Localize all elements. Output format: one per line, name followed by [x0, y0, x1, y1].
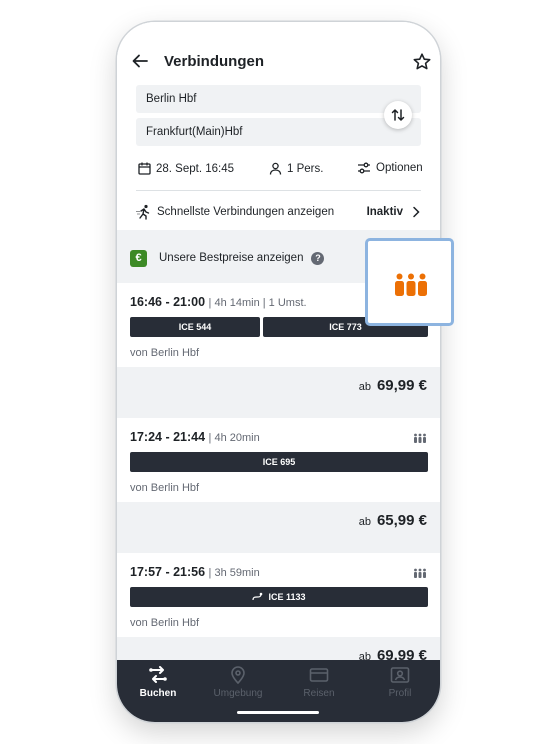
calendar-icon	[138, 162, 151, 175]
profile-icon	[390, 667, 410, 683]
to-station-field[interactable]: Frankfurt(Main)Hbf	[136, 118, 421, 146]
ticket-icon	[309, 668, 329, 682]
nav-item-profil[interactable]: Profil	[370, 666, 430, 699]
duration: | 4h 20min	[208, 432, 260, 444]
price: ab 69,99 €	[359, 377, 427, 394]
bestprice-label: Unsere Bestpreise anzeigen	[159, 252, 304, 264]
departure-arrival: 17:57 - 21:56	[130, 565, 206, 579]
origin-station: von Berlin Hbf	[130, 482, 200, 494]
swap-arrows-icon	[391, 109, 405, 121]
price-prefix: ab	[358, 381, 371, 393]
connection-times: 17:24 - 21:44 | 4h 20min	[130, 430, 260, 444]
departure-arrival: 17:24 - 21:44	[130, 430, 206, 444]
departure-arrival: 16:46 - 21:00	[130, 295, 206, 309]
connection-card[interactable]: 17:24 - 21:44 | 4h 20min ICE 695 von Ber…	[117, 418, 440, 542]
connection-times: 17:57 - 21:56 | 3h 59min	[130, 565, 260, 579]
help-icon[interactable]: ?	[311, 251, 325, 265]
back-arrow-icon[interactable]	[131, 52, 149, 70]
price-value: 69,99 €	[376, 377, 427, 394]
chevron-right-icon	[413, 206, 420, 218]
favorite-star-icon[interactable]	[412, 52, 432, 72]
train-badge: ICE 695	[130, 452, 428, 472]
nav-label: Profil	[388, 688, 412, 699]
person-icon	[269, 162, 282, 175]
page-title: Verbindungen	[164, 53, 265, 70]
origin-station: von Berlin Hbf	[130, 617, 200, 629]
date-time-selector[interactable]: 28. Sept. 16:45	[138, 162, 234, 175]
nav-label: Reisen	[303, 688, 335, 699]
connection-card[interactable]: 17:57 - 21:56 | 3h 59min ICE 1133 von Be…	[117, 553, 440, 677]
nav-item-umgebung[interactable]: Umgebung	[208, 666, 268, 699]
passengers-label: 1 Pers.	[287, 162, 324, 175]
price-value: 65,99 €	[376, 512, 427, 529]
nav-item-reisen[interactable]: Reisen	[289, 666, 349, 699]
options-label: Optionen	[376, 162, 423, 174]
app-screen: Verbindungen Berlin Hbf Frankfurt(Main)H…	[117, 22, 440, 722]
occupancy-callout	[365, 238, 454, 326]
swap-stations-button[interactable]	[384, 101, 412, 129]
fastest-label: Schnellste Verbindungen anzeigen	[157, 206, 335, 218]
euro-icon: €	[130, 249, 147, 267]
duration-transfers: | 4h 14min | 1 Umst.	[208, 297, 307, 309]
from-station-field[interactable]: Berlin Hbf	[136, 85, 421, 113]
fastest-status: Inaktiv	[366, 206, 403, 218]
nav-label: Buchen	[139, 688, 177, 699]
booking-icon	[149, 666, 167, 683]
price-prefix: ab	[358, 516, 371, 528]
phone-frame: Verbindungen Berlin Hbf Frankfurt(Main)H…	[117, 22, 440, 722]
filter-sliders-icon	[358, 162, 370, 174]
home-indicator	[237, 711, 319, 714]
connection-times: 16:46 - 21:00 | 4h 14min | 1 Umst.	[130, 295, 307, 309]
nav-label: Umgebung	[213, 688, 263, 699]
search-header: Verbindungen Berlin Hbf Frankfurt(Main)H…	[117, 22, 440, 230]
price-bar: ab 69,99 €	[117, 367, 440, 407]
occupancy-high-icon	[395, 273, 427, 296]
occupancy-icon	[414, 568, 426, 578]
train-badge: ICE 1133	[130, 587, 428, 607]
origin-station: von Berlin Hbf	[130, 347, 200, 359]
passengers-selector[interactable]: 1 Pers.	[269, 162, 323, 175]
occupancy-icon	[414, 433, 426, 443]
date-time-label: 28. Sept. 16:45	[156, 162, 235, 175]
fastest-connections-toggle[interactable]: Schnellste Verbindungen anzeigen Inaktiv	[136, 202, 421, 222]
price-bar: ab 65,99 €	[117, 502, 440, 542]
location-pin-icon	[231, 666, 245, 684]
header-divider	[136, 190, 421, 191]
nav-item-buchen[interactable]: Buchen	[128, 666, 188, 699]
train-badge: ICE 544	[130, 317, 260, 337]
running-person-icon	[136, 204, 150, 220]
route-icon	[252, 592, 263, 601]
duration: | 3h 59min	[208, 567, 260, 579]
options-button[interactable]: Optionen	[357, 162, 423, 174]
train-label: ICE 1133	[268, 592, 306, 602]
price: ab 65,99 €	[359, 512, 427, 529]
